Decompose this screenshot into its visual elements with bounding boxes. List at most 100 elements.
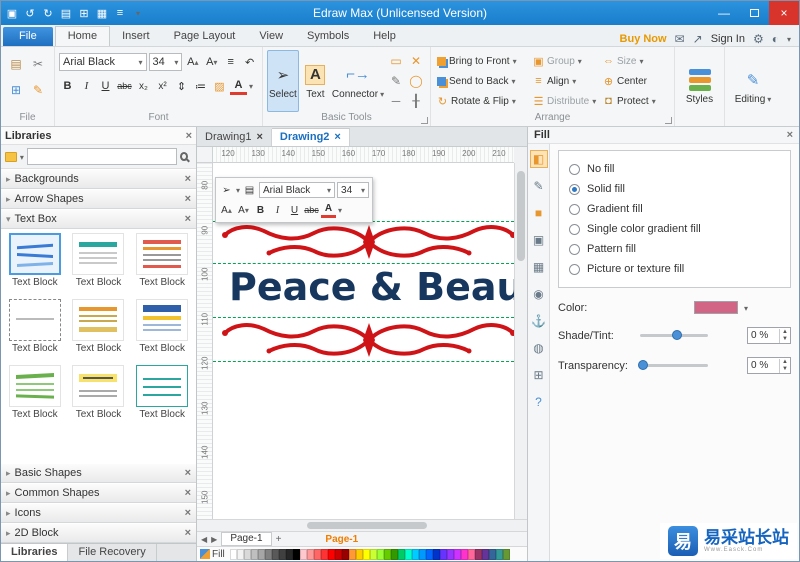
cut-icon[interactable]: ✂ [29,56,47,72]
tab-insert[interactable]: Insert [110,27,162,46]
page-tab[interactable]: Page-1 [221,532,272,546]
palette-swatch[interactable] [453,548,461,560]
fill-option[interactable]: Gradient fill [569,199,780,219]
palette-swatch[interactable] [334,548,342,560]
palette-swatch[interactable] [481,548,489,560]
next-page-icon[interactable]: ▶ [211,535,217,544]
maximize-button[interactable] [739,1,769,25]
save-icon[interactable]: ▦ [95,7,109,20]
rotate-flip-button[interactable]: ↻ Rotate & Flip [435,91,531,111]
undo-icon[interactable]: ↺ [23,7,37,20]
close-button[interactable]: × [769,1,799,25]
line-spacing-icon[interactable]: ⇕ [173,78,190,95]
palette-swatch[interactable] [467,548,475,560]
chevron-down-icon[interactable] [20,151,24,163]
palette-swatch[interactable] [397,548,405,560]
palette-swatch[interactable] [390,548,398,560]
buy-now-link[interactable]: Buy Now [620,33,667,45]
hyperlink-icon[interactable]: ◍ [530,339,548,357]
qat-customize-chevron-icon[interactable] [131,7,145,19]
tab-drawing2[interactable]: Drawing2 [271,128,350,146]
arrange-dialog-launcher-icon[interactable] [665,117,672,124]
tab-page-layout[interactable]: Page Layout [162,27,248,46]
palette-swatch[interactable] [264,548,272,560]
section-icons[interactable]: ▸ Icons [1,503,196,523]
library-search-input[interactable] [26,148,177,165]
strikethrough-button[interactable]: abc [304,203,319,218]
close-icon[interactable] [256,131,262,143]
table-icon[interactable]: ⊞ [530,366,548,384]
superscript-button[interactable]: x² [154,78,171,95]
bring-to-front-button[interactable]: Bring to Front [435,51,531,71]
ellipse-tool-icon[interactable]: ◯ [409,74,422,88]
paste-icon[interactable]: ▤ [7,56,25,72]
minimize-button[interactable]: — [709,1,739,25]
clear-format-icon[interactable]: ↶ [241,54,258,71]
shrink-font-button[interactable]: A [236,203,251,218]
quick-color-icon[interactable]: ■ [530,204,548,222]
shade-tint-slider[interactable] [640,330,708,340]
palette-swatch[interactable] [341,548,349,560]
underline-button[interactable]: U [287,203,302,218]
palette-swatch[interactable] [376,548,384,560]
section-common-shapes[interactable]: ▸ Common Shapes [1,483,196,503]
mail-icon[interactable]: ✉ [675,32,685,46]
palette-swatch[interactable] [292,548,300,560]
horizontal-scrollbar[interactable] [197,519,527,531]
basic-tools-dialog-launcher-icon[interactable] [421,117,428,124]
section-backgrounds[interactable]: ▸ Backgrounds [1,169,196,189]
spinner-arrows-icon[interactable]: ▲ ▼ [779,358,790,373]
vertical-scrollbar[interactable] [514,163,527,519]
text-block-thumbnail[interactable] [8,365,61,407]
palette-swatch[interactable] [383,548,391,560]
spinner-arrows-icon[interactable]: ▲ ▼ [779,328,790,343]
close-icon[interactable] [185,173,191,185]
bold-button[interactable]: B [253,203,268,218]
palette-swatch[interactable] [404,548,412,560]
flourish-ornament-top[interactable] [219,223,514,261]
grow-font-button[interactable]: A [184,54,201,71]
chevron-down-icon[interactable] [744,302,748,314]
font-color-button[interactable]: A [321,203,336,218]
open-icon[interactable]: ⊞ [77,7,91,20]
bold-button[interactable]: B [59,78,76,95]
send-to-back-button[interactable]: Send to Back [435,71,531,91]
tab-file[interactable]: File [3,27,53,46]
shade-tint-spinner[interactable]: 0 % ▲ ▼ [747,327,791,344]
text-block-thumbnail[interactable] [136,365,189,407]
slider-thumb[interactable] [638,360,648,370]
distribute-button[interactable]: ☰ Distribute [531,91,601,111]
text-block-thumbnail[interactable] [72,299,125,341]
close-icon[interactable] [185,507,191,519]
palette-swatch[interactable] [236,548,244,560]
ruler-vertical[interactable]: 80 90 100 110 120 130 140 150 [197,163,213,519]
close-icon[interactable] [334,131,340,143]
layer-icon[interactable]: ▤ [242,183,257,198]
fill-option[interactable]: Single color gradient fill [569,219,780,239]
align-text-icon[interactable]: ≡ [222,54,239,71]
palette-swatch[interactable] [488,548,496,560]
palette-swatch[interactable] [320,548,328,560]
highlight-color-icon[interactable]: ▨ [211,78,228,95]
tab-drawing1[interactable]: Drawing1 [197,129,272,146]
fill-icon[interactable]: ◧ [529,150,548,168]
fill-swatch-icon[interactable] [200,549,210,559]
palette-swatch[interactable] [432,548,440,560]
theme-icon[interactable]: ◐ [772,32,779,46]
new-document-icon[interactable]: ▤ [59,7,73,20]
text-block-thumbnail[interactable] [136,299,189,341]
palette-swatch[interactable] [250,548,258,560]
delete-shape-icon[interactable]: ✕ [411,54,421,68]
palette-swatch[interactable] [495,548,503,560]
close-icon[interactable] [185,213,191,225]
font-color-chevron-icon[interactable] [249,80,253,92]
tab-libraries[interactable]: Libraries [1,544,69,561]
search-icon[interactable] [179,152,188,161]
palette-swatch[interactable] [418,548,426,560]
guide-line[interactable] [213,361,514,362]
text-block-thumbnail[interactable] [8,299,61,341]
palette-swatch[interactable] [313,548,321,560]
transparency-spinner[interactable]: 0 % ▲ ▼ [747,357,791,374]
chevron-down-icon[interactable] [236,184,240,196]
symbol-icon[interactable]: ◉ [530,285,548,303]
